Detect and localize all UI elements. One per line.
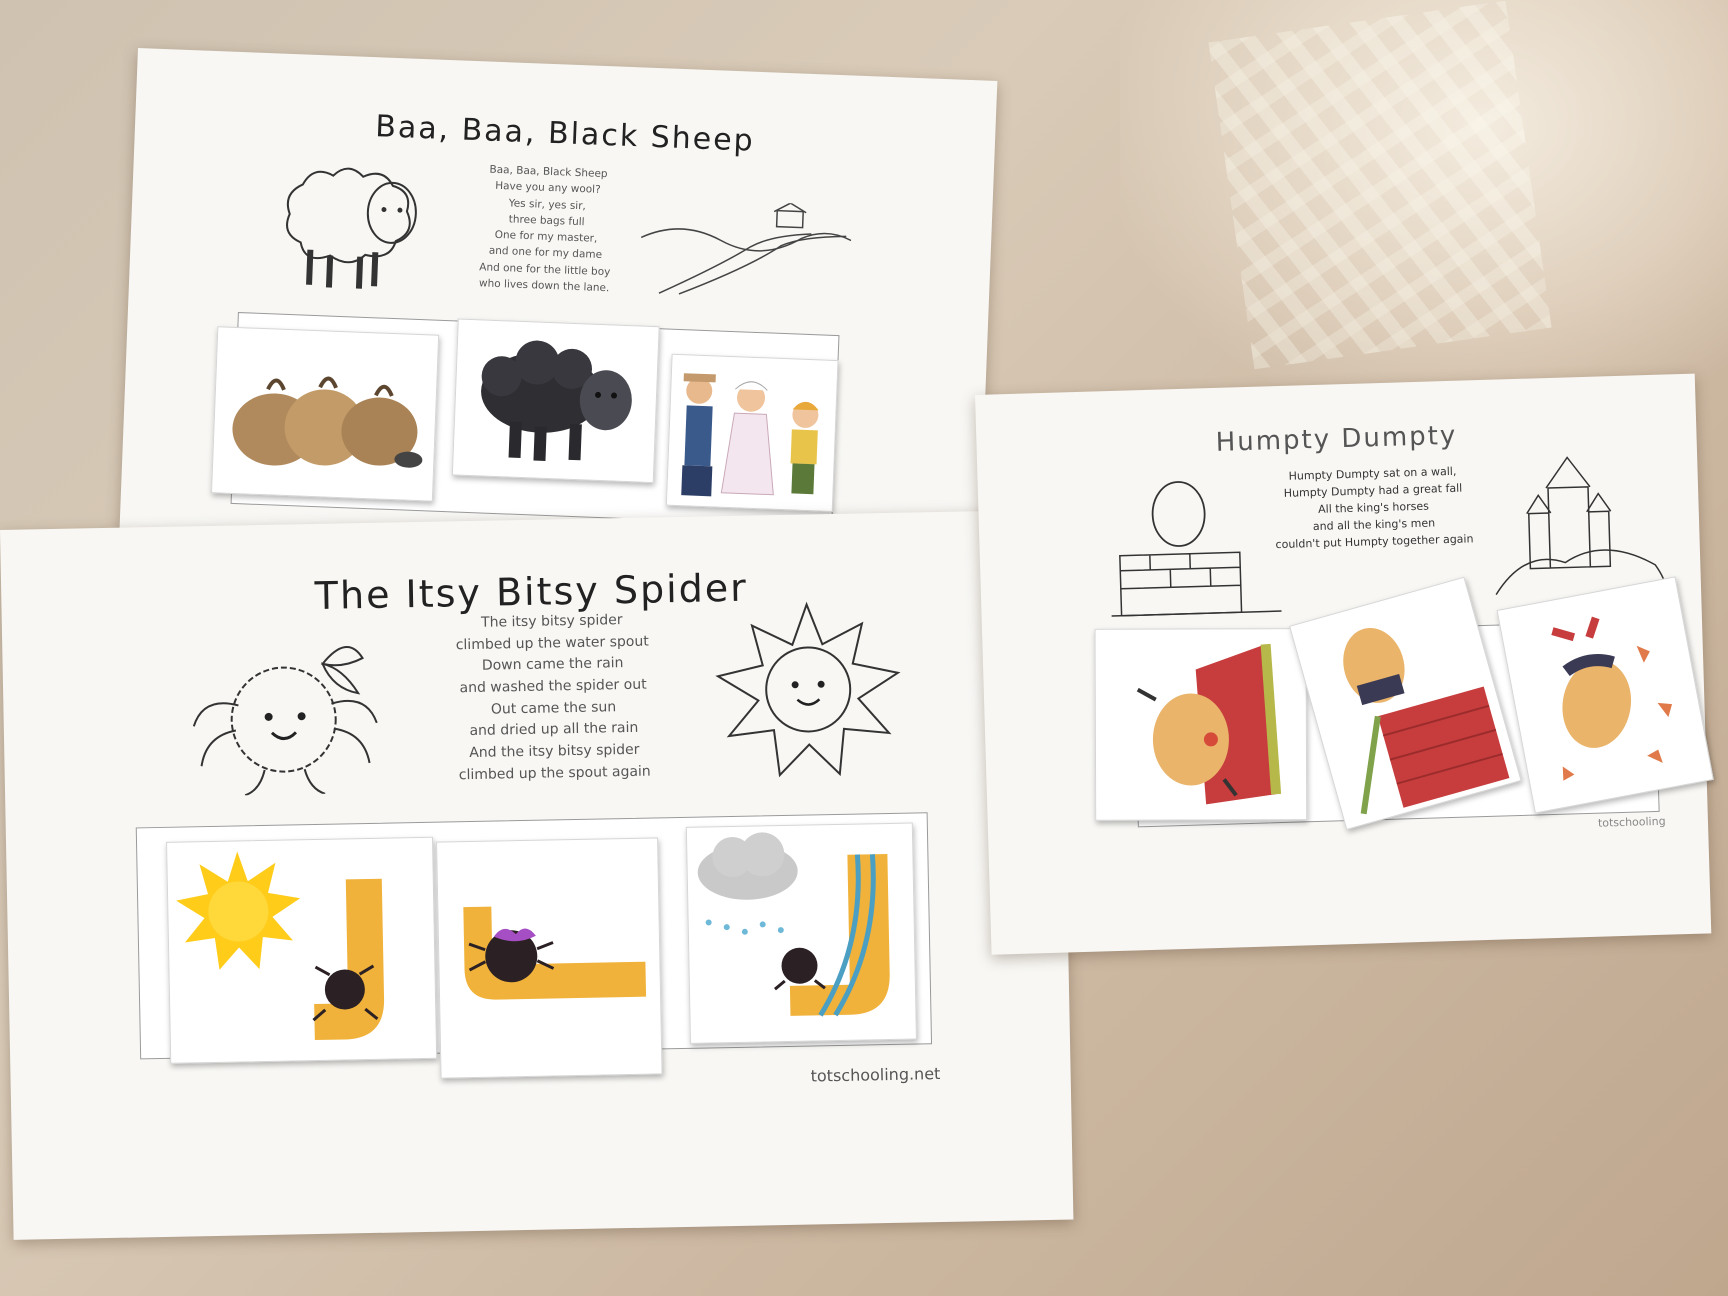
window-lattice-shadow bbox=[1208, 0, 1552, 370]
spider-outline-icon bbox=[192, 646, 378, 797]
sheep-poem: Baa, Baa, Black Sheep Have you any wool?… bbox=[459, 161, 634, 298]
rain-cloud-spider-icon bbox=[697, 832, 890, 1017]
poem-line: and washed the spider out bbox=[459, 676, 647, 697]
spider-poem: The itsy bitsy spider climbed up the wat… bbox=[432, 609, 675, 787]
sheep-outline-icon bbox=[286, 167, 417, 289]
humpty-sheet: Humpty Dumpty Humpty Dumpty sat on a wal… bbox=[975, 373, 1714, 955]
humpty-card-fallen[interactable] bbox=[1094, 628, 1308, 821]
humpty-falling-icon bbox=[1136, 643, 1282, 805]
sheep-card-wool-bags[interactable] bbox=[210, 326, 440, 502]
black-sheep-icon bbox=[481, 340, 632, 461]
castle-outline-icon bbox=[1495, 456, 1667, 596]
wool-bags-icon bbox=[232, 376, 423, 468]
spider-card-sun-dry[interactable] bbox=[166, 836, 438, 1064]
humpty-poem: Humpty Dumpty sat on a wall, Humpty Dump… bbox=[1252, 462, 1494, 554]
humpty-brand-logo: totschooling bbox=[1597, 814, 1666, 830]
master-dame-boy-icon bbox=[681, 373, 819, 497]
spider-card-rain[interactable] bbox=[685, 822, 917, 1044]
sheep-title: Baa, Baa, Black Sheep bbox=[374, 109, 756, 159]
country-lane-outline-icon bbox=[640, 202, 852, 295]
spider-spout-icon bbox=[463, 906, 647, 1000]
spider-card-climbing[interactable] bbox=[436, 837, 663, 1079]
spider-brand-logo: totschooling.net bbox=[810, 1064, 941, 1086]
sun-spider-spout-icon bbox=[176, 851, 385, 1041]
sheep-card-black-sheep[interactable] bbox=[451, 318, 660, 484]
humpty-card-broken[interactable] bbox=[1496, 576, 1714, 814]
poem-line: climbed up the spout again bbox=[458, 763, 651, 784]
humpty-broken-icon bbox=[1551, 616, 1673, 781]
spider-sheet: The Itsy Bitsy Spider The itsy bitsy spi… bbox=[0, 509, 1074, 1240]
sheep-card-people[interactable] bbox=[665, 353, 839, 513]
sun-outline-icon bbox=[715, 601, 901, 778]
